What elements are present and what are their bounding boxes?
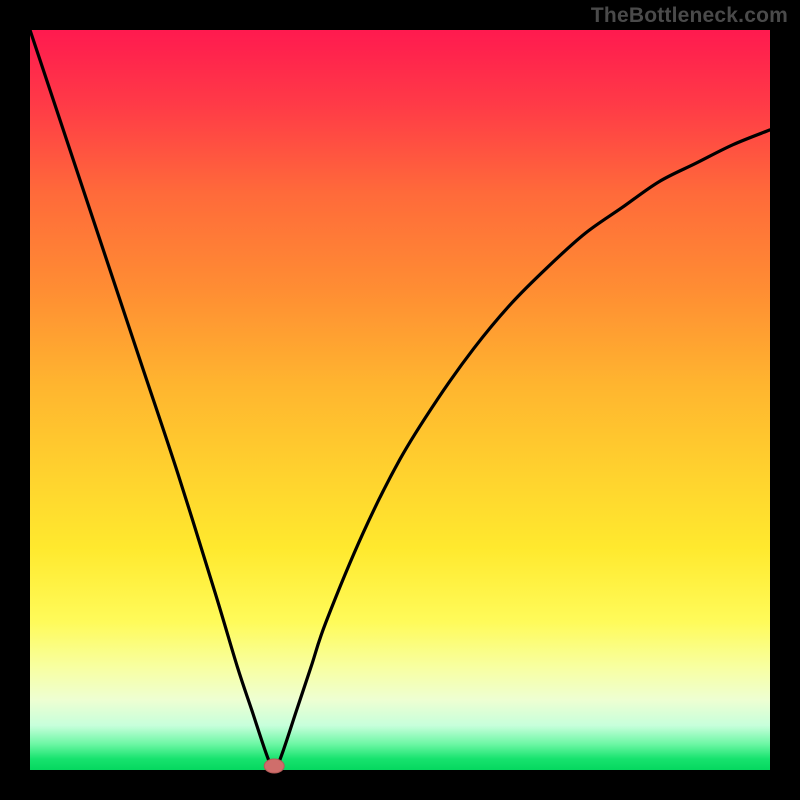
watermark-text: TheBottleneck.com	[591, 4, 788, 28]
gradient-background	[30, 30, 770, 770]
optimal-point-marker	[264, 759, 284, 773]
chart-container: { "watermark": "TheBottleneck.com", "col…	[0, 0, 800, 800]
bottleneck-chart	[0, 0, 800, 800]
